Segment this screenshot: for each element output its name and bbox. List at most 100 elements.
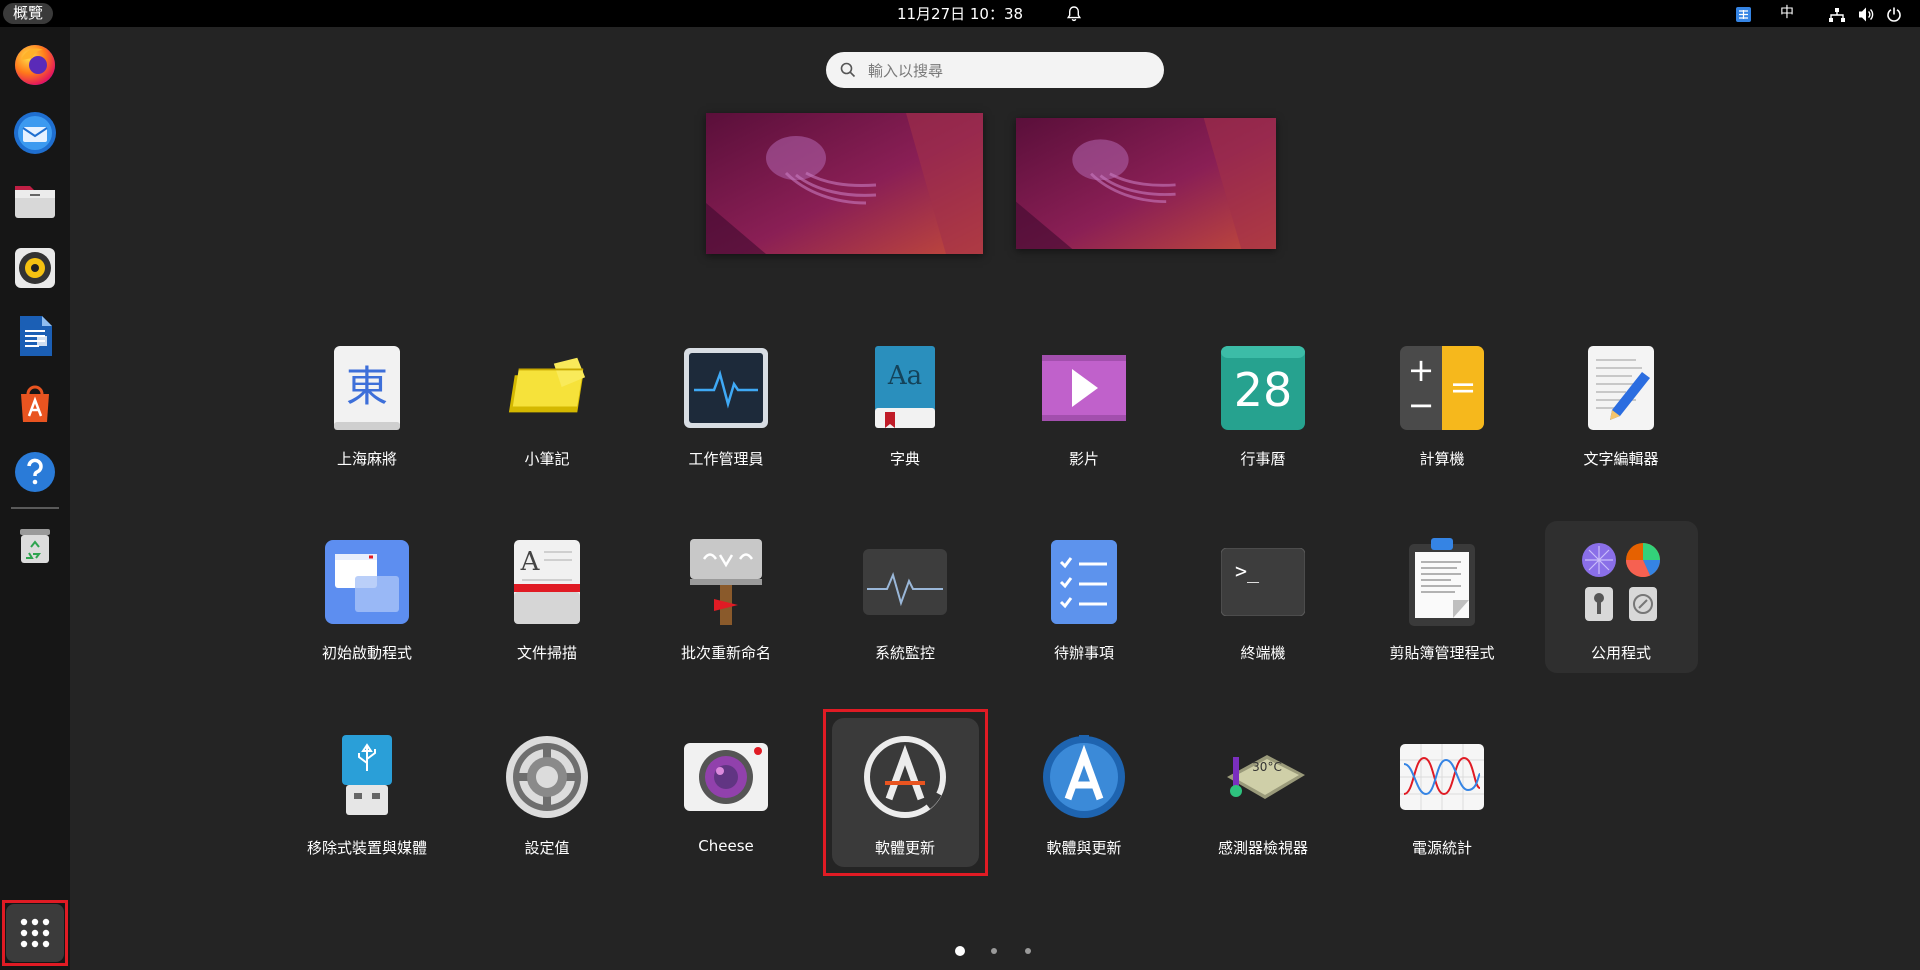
app-label: 待辦事項: [1053, 644, 1114, 662]
app-videos[interactable]: 影片: [1004, 330, 1164, 490]
app-label: 移除式裝置與媒體: [306, 839, 427, 857]
folder-utilities[interactable]: 公用程式: [1541, 524, 1701, 684]
software-updater-icon: [863, 735, 947, 819]
cheese-camera-icon: [684, 735, 768, 819]
videos-icon: [1042, 346, 1126, 430]
bell-icon: [1066, 6, 1082, 22]
jellyfish-wallpaper-image: [706, 113, 983, 254]
app-removable-media[interactable]: 移除式裝置與媒體: [287, 719, 447, 879]
search-input[interactable]: [866, 52, 1150, 90]
app-sensor-viewer[interactable]: 30°C 感測器檢視器: [1183, 719, 1343, 879]
clock-label[interactable]: 11月27日 10：38: [897, 5, 1023, 23]
app-grid-icon: [20, 918, 50, 948]
calendar-icon: 28: [1221, 346, 1305, 430]
app-label: 計算機: [1419, 450, 1465, 468]
app-clipboard-manager[interactable]: 剪貼簿管理程式: [1362, 524, 1522, 684]
thunderbird-icon: [14, 112, 56, 154]
app-task-manager[interactable]: 工作管理員: [646, 330, 806, 490]
app-power-statistics[interactable]: 電源統計: [1362, 719, 1522, 879]
app-calculator[interactable]: + − = 計算機: [1362, 330, 1522, 490]
app-label: 影片: [1068, 450, 1099, 468]
calculator-equal-sign: =: [1450, 368, 1477, 406]
network-icon[interactable]: [1829, 6, 1845, 25]
calculator-minus-sign: −: [1408, 386, 1435, 424]
app-calendar[interactable]: 28 行事曆: [1183, 330, 1343, 490]
workspace-thumbnail-1[interactable]: [706, 113, 983, 254]
app-terminal[interactable]: >_ 終端機: [1183, 524, 1343, 684]
activities-button[interactable]: 概覽: [3, 3, 54, 24]
app-label: 小筆記: [524, 450, 570, 468]
dock-thunderbird[interactable]: [7, 104, 63, 160]
page-indicator-3[interactable]: [1025, 948, 1031, 954]
calendar-day-number: 28: [1234, 363, 1293, 417]
app-label: 電源統計: [1411, 839, 1472, 857]
search-bar[interactable]: [826, 52, 1164, 90]
todo-icon: [1042, 540, 1126, 624]
power-icon[interactable]: [1886, 5, 1902, 24]
app-document-scanner[interactable]: A 文件掃描: [467, 524, 627, 684]
input-method-indicator[interactable]: 中: [1780, 4, 1794, 23]
app-label: 設定值: [524, 839, 570, 857]
keyboard-layout-icon[interactable]: [1736, 5, 1751, 24]
bulk-rename-icon: [684, 539, 768, 625]
terminal-icon: >_: [1221, 540, 1305, 624]
app-label: 行事曆: [1240, 450, 1286, 468]
notes-icon: [505, 346, 589, 430]
system-monitor-icon: [863, 540, 947, 624]
volume-icon[interactable]: [1858, 5, 1874, 24]
dock-trash[interactable]: [7, 517, 63, 573]
app-notes[interactable]: 小筆記: [467, 330, 627, 490]
calculator-plus-sign: +: [1408, 351, 1435, 389]
writer-icon: [20, 316, 52, 356]
app-label: 文字編輯器: [1583, 450, 1659, 468]
app-label: 文件掃描: [516, 644, 577, 662]
app-label: 批次重新命名: [680, 644, 771, 662]
workspace-thumbnail-2[interactable]: [1016, 118, 1276, 249]
search-icon: [840, 62, 856, 78]
clipboard-icon: [1400, 538, 1484, 626]
app-startup-applications[interactable]: 初始啟動程式: [287, 524, 447, 684]
app-label: 初始啟動程式: [321, 644, 412, 662]
dock-firefox[interactable]: [7, 36, 63, 92]
app-label: 系統監控: [874, 644, 935, 662]
calculator-icon: + − =: [1400, 346, 1484, 430]
app-label: Cheese: [698, 837, 754, 855]
dock-help[interactable]: [7, 444, 63, 500]
app-label: 剪貼簿管理程式: [1389, 644, 1495, 662]
app-text-editor[interactable]: 文字編輯器: [1541, 330, 1701, 490]
sensor-temperature-readout: 30°C: [1252, 760, 1282, 774]
show-applications-button[interactable]: [2, 900, 68, 966]
power-statistics-icon: [1400, 735, 1484, 819]
app-label: 字典: [889, 450, 920, 468]
ubuntu-software-icon: [21, 385, 49, 422]
app-label: 軟體更新: [874, 839, 935, 857]
terminal-prompt: >_: [1235, 559, 1260, 583]
clock: 11月27日 10：38: [0, 0, 1920, 27]
app-label: 終端機: [1240, 644, 1286, 662]
top-bar: 概覽 11月27日 10：38 中: [0, 0, 1920, 27]
app-todo[interactable]: 待辦事項: [1004, 524, 1164, 684]
sensor-viewer-icon: 30°C: [1221, 735, 1305, 819]
dock-files[interactable]: [7, 172, 63, 228]
dock-software[interactable]: [7, 376, 63, 432]
folder-icon: [15, 186, 55, 218]
app-label: 感測器檢視器: [1217, 839, 1308, 857]
dock-writer[interactable]: [7, 308, 63, 364]
app-cheese[interactable]: Cheese: [646, 719, 806, 879]
app-system-monitor[interactable]: 系統監控: [825, 524, 985, 684]
mahjongg-icon: 東: [325, 346, 409, 430]
startup-applications-icon: [325, 540, 409, 624]
app-dictionary[interactable]: Aa 字典: [825, 330, 985, 490]
trash-icon: [20, 529, 50, 563]
text-editor-icon: [1579, 346, 1663, 430]
app-software-updater[interactable]: 軟體更新: [825, 719, 985, 879]
utilities-folder-icon: [1579, 540, 1663, 624]
page-indicator-2[interactable]: [991, 948, 997, 954]
dock-rhythmbox[interactable]: [7, 240, 63, 296]
page-indicator-1[interactable]: [955, 946, 965, 956]
app-bulk-rename[interactable]: 批次重新命名: [646, 524, 806, 684]
app-mahjongg[interactable]: 東 上海麻將: [287, 330, 447, 490]
app-settings[interactable]: 設定值: [467, 719, 627, 879]
app-software-and-updates[interactable]: 軟體與更新: [1004, 719, 1164, 879]
app-label: 上海麻將: [336, 450, 397, 468]
